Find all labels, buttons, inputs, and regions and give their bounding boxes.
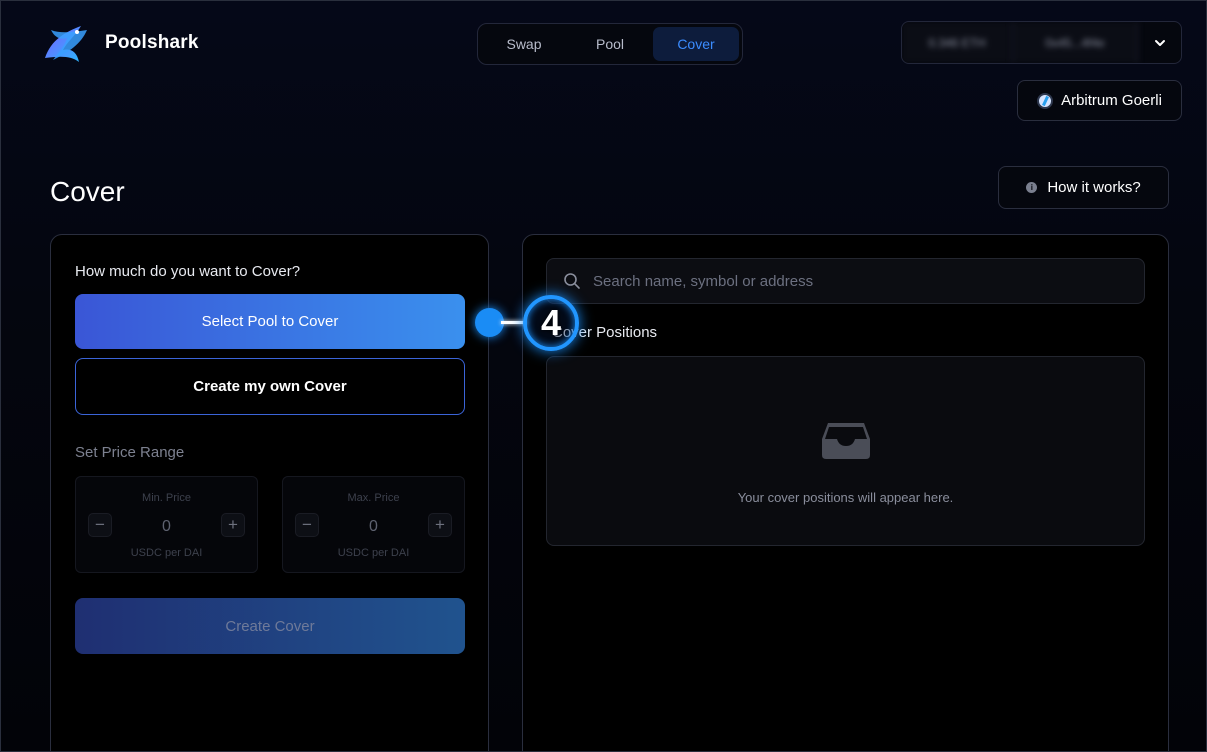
logo[interactable]: Poolshark [37,18,199,68]
how-it-works-button[interactable]: i How it works? [998,166,1169,209]
search-input[interactable] [593,272,1144,290]
network-button[interactable]: Arbitrum Goerli [1017,80,1182,121]
max-price-unit: USDC per DAI [337,547,410,559]
max-price-field: Max. Price − 0 + USDC per DAI [282,476,465,573]
wallet-address[interactable]: 0x45...4f4e [1012,22,1138,63]
price-range-label: Set Price Range [75,444,185,461]
wallet-menu-button[interactable] [1138,22,1181,63]
inbox-icon [822,423,870,459]
cover-form-panel: How much do you want to Cover? Select Po… [50,234,489,751]
wallet-group: 0.346 ETH 0x45...4f4e [901,21,1182,64]
info-icon: i [1026,182,1038,193]
select-pool-button[interactable]: Select Pool to Cover [75,294,465,349]
search-icon [564,273,580,289]
tab-swap[interactable]: Swap [481,27,567,61]
create-cover-button[interactable]: Create Cover [75,598,465,654]
chevron-down-icon [1154,39,1165,46]
max-price-caption: Max. Price [347,492,400,504]
search-box [546,258,1145,304]
how-it-works-label: How it works? [1047,179,1141,196]
empty-positions-box: Your cover positions will appear here. [546,356,1145,546]
arbitrum-icon [1037,92,1054,109]
min-price-caption: Min. Price [142,492,191,504]
tab-cover[interactable]: Cover [653,27,739,61]
positions-panel: Cover Positions Your cover positions wil… [522,234,1169,751]
min-price-field: Min. Price − 0 + USDC per DAI [75,476,258,573]
poolshark-logo-icon [45,26,87,62]
step-marker-dot [475,308,504,337]
max-price-increment-button[interactable]: + [428,513,452,537]
empty-positions-text: Your cover positions will appear here. [737,490,954,505]
network-label: Arbitrum Goerli [1061,92,1162,109]
app-name: Poolshark [105,32,199,53]
page-title: Cover [50,176,125,207]
min-price-increment-button[interactable]: + [221,513,245,537]
tab-pool[interactable]: Pool [567,27,653,61]
create-own-cover-button[interactable]: Create my own Cover [75,358,465,415]
app-window: Poolshark Swap Pool Cover 0.346 ETH 0x45… [0,0,1207,752]
min-price-unit: USDC per DAI [130,547,203,559]
step-marker-badge: 4 [523,295,579,351]
cover-question: How much do you want to Cover? [75,263,301,280]
wallet-balance[interactable]: 0.346 ETH [902,22,1012,63]
main-nav: Swap Pool Cover [477,23,743,65]
